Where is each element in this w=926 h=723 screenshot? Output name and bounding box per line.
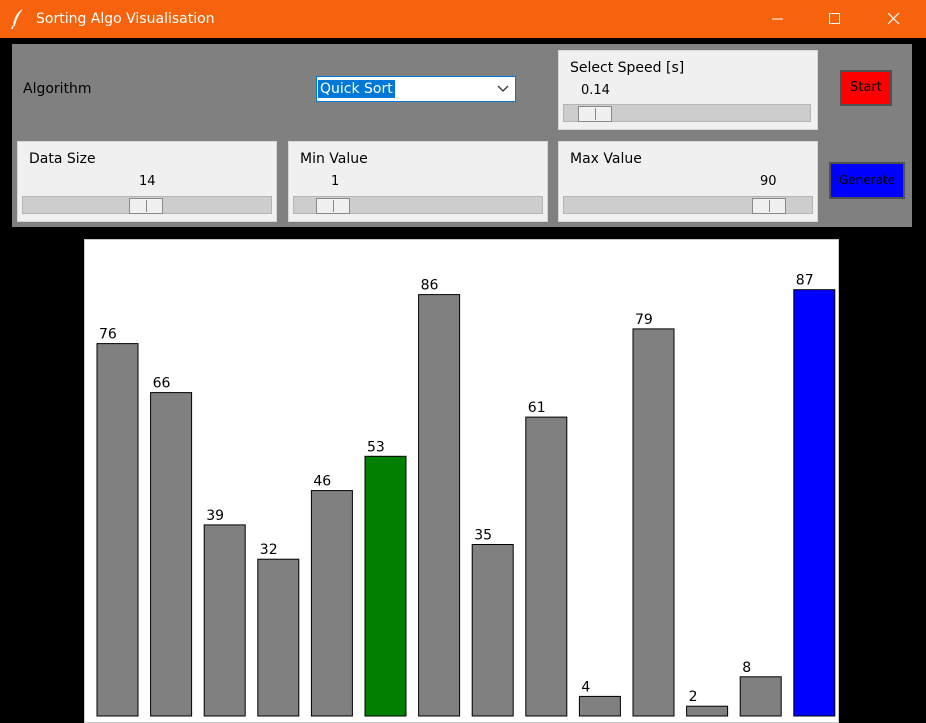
- bar: [203, 524, 246, 717]
- maximize-icon: [829, 13, 840, 24]
- bar-value-label: 2: [689, 689, 698, 705]
- bar: [310, 490, 353, 717]
- bar: [96, 343, 139, 717]
- bar-value-label: 53: [367, 439, 385, 455]
- max-value-panel: Max Value 90: [558, 141, 818, 222]
- min-value-slider[interactable]: [293, 196, 543, 214]
- bar: [578, 695, 621, 717]
- max-value-label: Max Value: [570, 151, 642, 167]
- algorithm-label: Algorithm: [23, 81, 92, 97]
- bar: [686, 705, 729, 717]
- data-size-value: 14: [139, 174, 156, 189]
- max-value-slider-thumb[interactable]: [752, 198, 786, 214]
- data-size-slider-thumb[interactable]: [129, 198, 163, 214]
- start-button[interactable]: Start: [840, 70, 892, 106]
- speed-value: 0.14: [581, 83, 610, 98]
- min-value-slider-thumb[interactable]: [316, 198, 350, 214]
- max-value-slider[interactable]: [563, 196, 813, 214]
- data-size-slider[interactable]: [22, 196, 272, 214]
- bar-value-label: 35: [474, 528, 492, 544]
- bar: [471, 544, 514, 717]
- title-bar: Sorting Algo Visualisation: [0, 0, 926, 38]
- window-title: Sorting Algo Visualisation: [36, 11, 215, 27]
- algorithm-select[interactable]: Quick Sort: [316, 76, 516, 102]
- speed-panel: Select Speed [s] 0.14: [558, 50, 818, 130]
- speed-slider[interactable]: [563, 104, 811, 122]
- bar: [364, 455, 407, 717]
- bar-value-label: 79: [635, 312, 653, 328]
- data-size-panel: Data Size 14: [17, 141, 277, 222]
- bar: [632, 328, 675, 717]
- bar: [418, 294, 461, 717]
- bar-value-label: 87: [796, 273, 814, 289]
- min-value-value: 1: [331, 174, 340, 189]
- feather-icon: [10, 8, 26, 30]
- speed-slider-thumb[interactable]: [578, 106, 612, 122]
- bar-value-label: 46: [313, 474, 331, 490]
- minimize-icon: [772, 18, 783, 20]
- bar-value-label: 8: [742, 660, 751, 676]
- bar-value-label: 61: [528, 400, 546, 416]
- bar-value-label: 32: [260, 542, 278, 558]
- close-button[interactable]: [866, 0, 922, 38]
- min-value-panel: Min Value 1: [288, 141, 548, 222]
- controls-panel: Algorithm Quick Sort Select Speed [s] 0.…: [12, 44, 912, 227]
- bar-chart: 76 66 39 32 46 53 86 35 61 4 79 2 8 87: [96, 273, 836, 717]
- speed-label: Select Speed [s]: [570, 60, 685, 76]
- bar: [793, 289, 836, 717]
- bar-chart-canvas: 76 66 39 32 46 53 86 35 61 4 79 2 8 87: [84, 239, 839, 723]
- maximize-button[interactable]: [807, 0, 863, 38]
- algorithm-selected-value: Quick Sort: [318, 80, 395, 98]
- generate-button[interactable]: Generate: [829, 162, 905, 199]
- bar: [150, 392, 193, 717]
- max-value-value: 90: [760, 174, 777, 189]
- min-value-label: Min Value: [300, 151, 368, 167]
- bar-value-label: 39: [206, 508, 224, 524]
- minimize-button[interactable]: [750, 0, 806, 38]
- bar-value-label: 4: [581, 679, 590, 695]
- bar: [257, 558, 300, 717]
- bar-value-label: 86: [421, 278, 439, 294]
- bar: [525, 416, 568, 717]
- bar-value-label: 66: [153, 376, 171, 392]
- data-size-label: Data Size: [29, 151, 96, 167]
- bar-value-label: 76: [99, 327, 117, 343]
- close-icon: [888, 13, 900, 25]
- chevron-down-icon: [497, 85, 509, 92]
- bar: [739, 676, 782, 717]
